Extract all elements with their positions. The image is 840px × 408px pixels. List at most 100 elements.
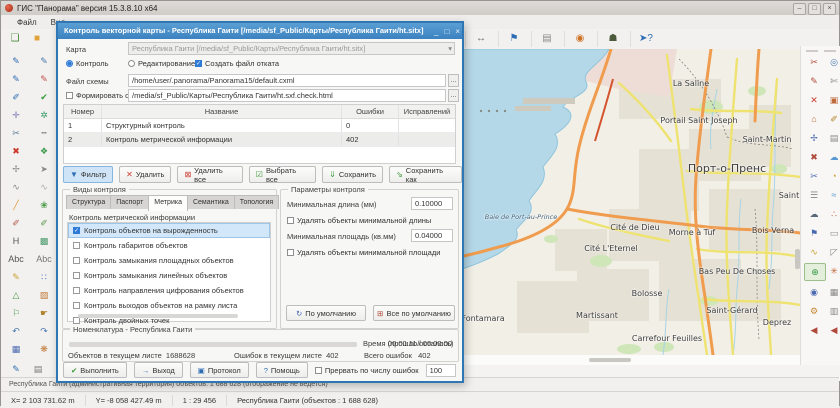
smooth-line-icon[interactable]: ∿ [6, 179, 26, 195]
pen-icon[interactable]: ✐ [824, 111, 840, 127]
checklist-item[interactable]: Контроль направления цифрования объектов [68, 283, 270, 298]
layers-icon[interactable]: ☰ [804, 187, 824, 203]
palette-grid-icon[interactable]: ▦ [6, 341, 26, 357]
table-icon[interactable]: ▤ [824, 130, 840, 146]
help-pencil-icon[interactable]: ✎ [6, 361, 26, 377]
delete-button[interactable]: ✕Удалить [119, 166, 171, 183]
draw-pencil-icon[interactable]: ✎ [6, 53, 26, 69]
control-checklist[interactable]: ✓Контроль объектов на вырожденностьКонтр… [67, 222, 271, 322]
exit-button[interactable]: →Выход [134, 362, 183, 378]
tab-0[interactable]: Структура [66, 195, 111, 209]
clip-icon[interactable]: ✂ [804, 168, 824, 184]
rollback-checkbox[interactable]: ✓ Создать файл отката [195, 59, 279, 68]
scissors-icon[interactable]: ✄ [824, 73, 840, 89]
yellow-pencil-icon[interactable]: ✎ [6, 269, 26, 285]
open-map-icon[interactable]: ■ [29, 31, 45, 47]
default-button[interactable]: ↻ По умолчанию [286, 305, 366, 321]
tab-1[interactable]: Паспорт [110, 195, 149, 209]
storm-icon[interactable]: ☁ [804, 206, 824, 222]
tab-2[interactable]: Метрика [148, 195, 188, 211]
dialog-minimize-button[interactable]: _ [434, 27, 438, 36]
accept-edit-icon[interactable]: ✔ [34, 89, 54, 105]
report-browse-button[interactable]: ... [448, 89, 459, 102]
search-icon[interactable]: ◉ [804, 284, 824, 300]
map-hscrollbar[interactable] [459, 355, 800, 365]
hatch-square-icon[interactable]: ▨ [34, 287, 54, 303]
context-help-icon[interactable]: ➤? [630, 31, 655, 47]
layers-list-icon[interactable]: ▤ [28, 361, 48, 377]
red-sketch-icon[interactable]: ✐ [6, 215, 26, 231]
slope-line-icon[interactable]: ╱ [6, 197, 26, 213]
checklist-item[interactable]: Контроль замыкания площадных объектов [68, 253, 270, 268]
scheme-file-input[interactable]: /home/user/.panorama/Panorama15/default.… [128, 74, 446, 87]
select-flag-icon[interactable]: ⚑ [498, 31, 523, 47]
exit-left-icon[interactable]: ◀ [804, 322, 824, 338]
abort-count-input[interactable]: 100 [426, 364, 456, 377]
dots-icon[interactable]: ∴ [824, 206, 840, 222]
delete-all-button[interactable]: ⊠Удалить все [177, 166, 242, 183]
settings-star-icon[interactable]: ❋ [34, 341, 54, 357]
erase-icon[interactable]: ✖ [804, 149, 824, 165]
wave-line-icon[interactable]: ∿ [34, 179, 54, 195]
split-object-icon[interactable]: ✂ [6, 125, 26, 141]
run-button[interactable]: ✔Выполнить [63, 362, 127, 378]
edit-radio[interactable]: Редактирование [128, 59, 195, 68]
checklist-item[interactable]: ✓Контроль объектов на вырожденность [68, 223, 270, 238]
delete-min-length-checkbox[interactable]: Удалять объекты минимальной длины [287, 216, 431, 225]
horizontal-text-icon[interactable]: H [6, 233, 26, 249]
cross-tool-icon[interactable]: ✢ [804, 130, 824, 146]
dialog-close-button[interactable]: × [455, 27, 460, 36]
delete-object-icon[interactable]: ✖ [6, 143, 26, 159]
save-as-button[interactable]: ⇘Сохранить как [389, 166, 462, 183]
orange-box-icon[interactable]: ▣ [824, 92, 840, 108]
checklist-scrollbar[interactable] [78, 314, 238, 318]
window-close-button[interactable]: × [823, 3, 836, 15]
exit-right-icon[interactable]: ◀ [824, 322, 840, 338]
window-maximize-button[interactable]: □ [808, 3, 821, 15]
abort-checkbox[interactable]: Прервать по числу ошибок [315, 366, 419, 375]
calc-alt-icon[interactable]: ▥ [824, 303, 840, 319]
move-object-icon[interactable]: ✛ [6, 107, 26, 123]
window-minimize-button[interactable]: – [793, 3, 806, 15]
checklist-item[interactable]: Контроль габаритов объектов [68, 238, 270, 253]
menu-item-0[interactable]: Файл [17, 18, 37, 27]
flower-area-icon[interactable]: ❀ [34, 197, 54, 213]
clipboard-icon[interactable]: ▤ [531, 31, 556, 47]
control-radio[interactable]: Контроль [66, 59, 109, 68]
rotate-object-icon[interactable]: ✲ [34, 107, 54, 123]
triangle-tool-icon[interactable]: △ [6, 287, 26, 303]
target-icon[interactable]: ◎ [824, 54, 840, 70]
new-map-icon[interactable]: ❏ [7, 31, 23, 47]
gear-icon[interactable]: ⚙ [804, 303, 824, 319]
node-edit-icon[interactable]: ✢ [6, 161, 26, 177]
copy-object-icon[interactable]: ❖ [34, 143, 54, 159]
protocol-button[interactable]: ▣Протокол [190, 362, 249, 378]
pan-mode-icon[interactable]: ↔ [465, 31, 490, 47]
tab-4[interactable]: Топология [234, 195, 279, 209]
text-abc-icon[interactable]: Abc [6, 251, 26, 267]
route-flag-icon[interactable]: ⚑ [804, 225, 824, 241]
control-results-table[interactable]: НомерНазваниеОшибкиИсправлений1Структурн… [63, 104, 456, 164]
flag-tool-icon[interactable]: ⚐ [6, 305, 26, 321]
text-abc-alt-icon[interactable]: Abc [34, 251, 54, 267]
pie-icon[interactable]: ◔ [824, 168, 840, 184]
waves-icon[interactable]: ≈ [824, 187, 840, 203]
min-area-input[interactable]: 0.04000 [411, 229, 453, 242]
edit-pencil-icon[interactable]: ✎ [6, 71, 26, 87]
delete-red-icon[interactable]: ✕ [804, 92, 824, 108]
fill-grid-icon[interactable]: ▩ [34, 233, 54, 249]
cloud-icon[interactable]: ☁ [824, 149, 840, 165]
help-button[interactable]: ?Помощь [256, 362, 308, 378]
spark-icon[interactable]: ✳ [824, 263, 840, 279]
map-scale[interactable]: 1 : 29 456 [173, 395, 227, 406]
diag-box-icon[interactable]: ◸ [824, 244, 840, 260]
hscroll-thumb[interactable] [589, 358, 631, 362]
blue-points-icon[interactable]: ∷ [34, 269, 54, 285]
all-default-button[interactable]: ⊞ Все по умолчанию [373, 305, 455, 321]
palette-icon[interactable]: ◉ [564, 31, 589, 47]
tab-3[interactable]: Семантика [187, 195, 235, 209]
cut-map-icon[interactable]: ✂ [804, 54, 824, 70]
select-all-button[interactable]: ☑Выбрать все [249, 166, 316, 183]
undo-icon[interactable]: ↶ [6, 323, 26, 339]
pointer-hand-icon[interactable]: ☛ [34, 305, 54, 321]
